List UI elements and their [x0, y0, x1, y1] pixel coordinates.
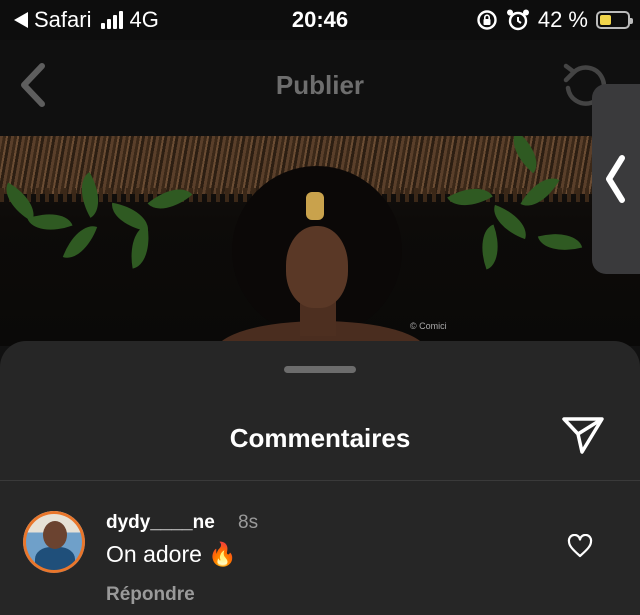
comments-sheet: Commentaires dydy____ne 8s On adore 🔥 Ré… [0, 341, 640, 615]
image-watermark: © Comici [410, 321, 447, 331]
post-image[interactable]: © Comici [0, 136, 640, 346]
send-icon[interactable] [560, 414, 606, 456]
sheet-drag-handle[interactable] [284, 366, 356, 373]
rotation-lock-icon [477, 10, 497, 30]
chevron-left-icon [606, 155, 625, 203]
side-drawer-tab[interactable] [592, 84, 640, 274]
heart-icon[interactable] [567, 534, 593, 558]
top-navigation: Publier [0, 40, 640, 136]
page-title: Publier [275, 70, 365, 100]
comment-username[interactable]: dydy____ne [106, 512, 215, 534]
alarm-icon [506, 9, 529, 31]
comments-title: Commentaires [229, 423, 411, 453]
divider [0, 480, 640, 481]
battery-percent: 42 % [537, 7, 588, 32]
status-bar: Safari 4G 20:46 42 % [0, 0, 640, 40]
comment-text: On adore 🔥 [106, 541, 237, 567]
comment-time: 8s [238, 512, 259, 533]
battery-icon [596, 11, 633, 29]
avatar[interactable] [23, 511, 85, 573]
status-right: 42 % [476, 7, 633, 33]
reply-button[interactable]: Répondre [106, 584, 195, 606]
battery-level [600, 15, 611, 25]
